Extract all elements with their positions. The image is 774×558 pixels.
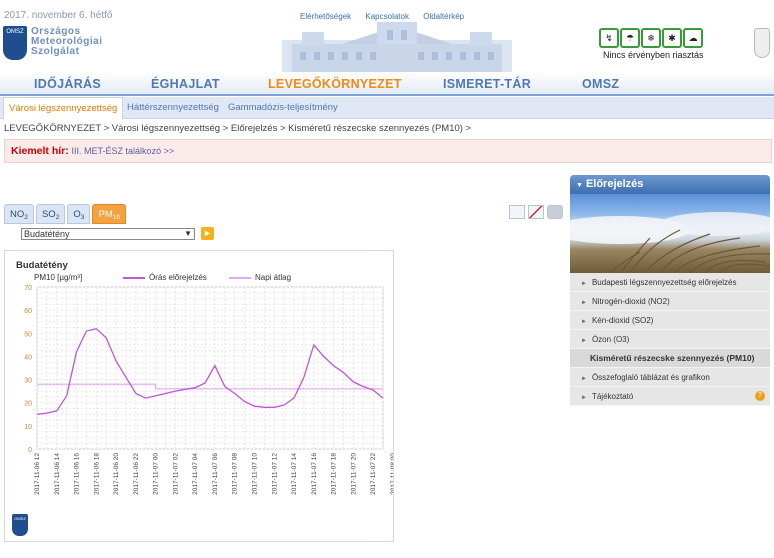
map-view-icon[interactable] [547, 205, 563, 219]
tab-so2[interactable]: SO2 [35, 204, 66, 224]
current-date: 2017. november 6. hétfő [4, 10, 113, 21]
x-tick-label: 2017-11-07 06 [212, 453, 219, 495]
x-tick-label: 2017-11-07 04 [192, 453, 199, 495]
logo-badge: OMSZ [3, 26, 27, 60]
menu-info[interactable]: ► Tájékoztató? [570, 387, 770, 406]
forecast-menu: ► Budapesti légszennyezettség előrejelzés… [570, 273, 770, 406]
nav-weather[interactable]: IDŐJÁRÁS [34, 77, 101, 91]
nav-climate[interactable]: ÉGHAJLAT [151, 77, 220, 91]
menu-o3[interactable]: ► Ózon (O3) [570, 330, 770, 349]
nav-omsz[interactable]: OMSZ [582, 77, 619, 91]
thunderstorm-warning-icon[interactable]: ☁ [683, 28, 703, 48]
pollutant-tabs: NO2 SO2 O3 PM10 [4, 204, 127, 224]
bullet-icon: ► [581, 319, 587, 325]
x-tick-label: 2017-11-07 10 [251, 453, 258, 495]
x-tick-label: 2017-11-06 18 [93, 453, 100, 495]
subnav-urban-pollution[interactable]: Városi légszennyezettség [3, 97, 124, 119]
station-select-value: Budatétény [24, 229, 70, 239]
x-tick-label: 2017-11-07 00 [153, 453, 160, 495]
x-tick-label: 2017-11-07 12 [271, 453, 278, 495]
y-tick-label: 50 [24, 331, 32, 338]
bullet-icon: ► [581, 376, 587, 382]
main-navigation: IDŐJÁRÁS ÉGHAJLAT LEVEGŐKÖRNYEZET ISMERE… [0, 72, 774, 96]
menu-no2[interactable]: ► Nitrogén-dioxid (NO2) [570, 292, 770, 311]
subnav-background-pollution[interactable]: Háttérszennyezettség [122, 97, 224, 119]
y-tick-label: 30 [24, 378, 32, 385]
x-tick-label: 2017-11-07 08 [232, 453, 239, 495]
nav-air-environment[interactable]: LEVEGŐKÖRNYEZET [268, 77, 402, 91]
bullet-icon: ► [581, 300, 587, 306]
menu-so2[interactable]: ► Kén-dioxid (SO2) [570, 311, 770, 330]
tab-pm10[interactable]: PM10 [92, 204, 127, 224]
menu-budapest-forecast[interactable]: ► Budapesti légszennyezettség előrejelzés [570, 273, 770, 292]
forecast-panel-header[interactable]: ▼ Előrejelzés [570, 175, 770, 194]
x-tick-label: 2017-11-06 14 [54, 453, 61, 495]
tab-o3[interactable]: O3 [67, 204, 91, 224]
highlight-news-bar: Kiemelt hír: III. MET-ÉSZ találkozó >> [4, 139, 772, 163]
x-tick-label: 2017-11-07 14 [291, 453, 298, 495]
sub-navigation: Városi légszennyezettség Háttérszennyeze… [0, 97, 774, 119]
coat-of-arms-icon [754, 28, 770, 58]
contacts-link[interactable]: Elérhetőségek [300, 12, 351, 21]
menu-summary-table[interactable]: ► Összefoglaló táblázat és grafikon [570, 368, 770, 387]
highlight-label: Kiemelt hír: [11, 145, 69, 157]
chart-view-icon[interactable] [528, 205, 544, 219]
omsz-logo[interactable]: OMSZ Országos Meteorológiai Szolgálat [3, 26, 113, 62]
bullet-icon: ► [581, 281, 587, 287]
breadcrumb[interactable]: LEVEGŐKÖRNYEZET > Városi légszennyezetts… [4, 123, 471, 134]
y-tick-label: 0 [28, 447, 32, 454]
bullet-icon: ► [581, 338, 587, 344]
x-tick-label: 2017-11-06 12 [34, 453, 41, 495]
frost-warning-icon[interactable]: ✱ [662, 28, 682, 48]
logo-text: Országos Meteorológiai Szolgálat [31, 27, 103, 57]
snow-warning-icon[interactable]: ❄ [641, 28, 661, 48]
nav-knowledge-base[interactable]: ISMERET-TÁR [443, 77, 531, 91]
headquarters-building-image [282, 22, 512, 74]
station-select[interactable]: Budatétény ▼ [21, 228, 195, 240]
menu-pm10[interactable]: Kisméretű részecske szennyezés (PM10) [570, 349, 770, 368]
y-tick-label: 60 [24, 308, 32, 315]
help-icon[interactable]: ? [755, 391, 765, 401]
y-tick-label: 20 [24, 401, 32, 408]
x-tick-label: 2017-11-07 02 [172, 453, 179, 495]
highlight-news-link[interactable]: III. MET-ÉSZ találkozó >> [72, 146, 175, 156]
y-tick-label: 10 [24, 424, 32, 431]
view-icons [509, 205, 563, 219]
y-tick-label: 70 [24, 285, 32, 292]
x-tick-label: 2017-11-07 16 [311, 453, 318, 495]
logo-line-3: Szolgálat [31, 46, 80, 57]
pm10-chart: Budatétény PM10 [µg/m³] Órás előrejelzés… [4, 250, 394, 542]
page: 2017. november 6. hétfő OMSZ Országos Me… [0, 0, 774, 558]
top-links: Elérhetőségek Kapcsolatok Oldaltérkép [300, 12, 476, 21]
wind-warning-icon[interactable]: ↯ [599, 28, 619, 48]
select-arrow-icon: ▼ [184, 229, 192, 238]
go-arrow-icon[interactable]: ► [201, 227, 214, 240]
x-tick-label: 2017-11-06 22 [133, 453, 140, 495]
bullet-icon: ► [581, 395, 587, 401]
warning-status-text[interactable]: Nincs érvényben riasztás [603, 50, 704, 60]
x-tick-label: 2017-11-07 22 [370, 453, 377, 495]
x-tick-label: 2017-11-07 18 [331, 453, 338, 495]
forecast-panel: ▼ Előrejelzés ► Budapesti légszennyezettsé… [570, 175, 770, 406]
forecast-panel-title: Előrejelzés [585, 178, 644, 190]
rain-warning-icon[interactable]: ☂ [620, 28, 640, 48]
chart-plot-area: 0 10 20 30 40 50 60 70 2017-11-06 12 2017-11-06 1… [24, 285, 393, 495]
x-tick-label: 2017-11-06 20 [113, 453, 120, 495]
collapse-arrow-icon: ▼ [576, 182, 583, 189]
subnav-gamma-dose[interactable]: Gammadózis-teljesítmény [223, 97, 343, 119]
omsz-mini-logo: OMSZ [12, 514, 28, 536]
x-tick-label: 2017-11-07 20 [350, 453, 357, 495]
x-tick-label: 2017-11-06 16 [74, 453, 81, 495]
y-tick-label: 40 [24, 354, 32, 361]
table-view-icon[interactable] [509, 205, 525, 219]
tab-no2[interactable]: NO2 [4, 204, 34, 224]
grass-illustration [570, 212, 770, 273]
sitemap-link[interactable]: Oldaltérkép [423, 12, 464, 21]
connections-link[interactable]: Kapcsolatok [365, 12, 409, 21]
grass-sky-image [570, 194, 770, 273]
warning-icons: ↯ ☂ ❄ ✱ ☁ [599, 28, 703, 48]
x-tick-label: 2017-11-08 00 [390, 453, 393, 495]
